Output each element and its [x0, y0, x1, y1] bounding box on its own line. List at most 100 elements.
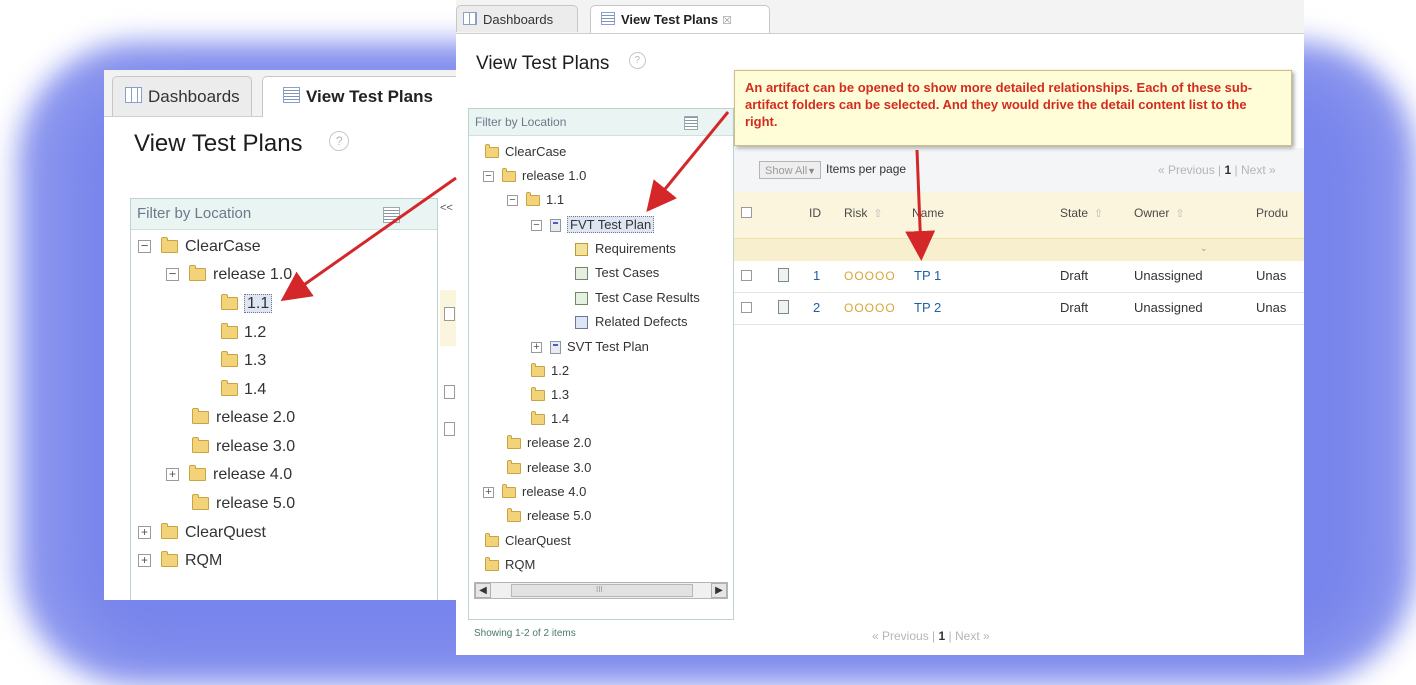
tree-item-rqm[interactable]: + RQM [138, 551, 222, 570]
tree-item-1-4[interactable]: 1.4 [221, 380, 266, 399]
column-label: Owner [1134, 206, 1170, 220]
table-row[interactable]: 2 OOOOO TP 2 Draft Unassigned Unas [734, 292, 1304, 325]
tree-item-1-4[interactable]: 1.4 [531, 411, 569, 426]
front-page-title: View Test Plans ? [476, 52, 646, 75]
collapse-icon[interactable]: − [166, 267, 179, 282]
row-name-link[interactable]: TP 1 [914, 268, 941, 283]
tree-label: 1.1 [546, 192, 565, 207]
tree-label: Requirements [595, 241, 676, 256]
close-tab-icon[interactable]: ☒ [722, 15, 732, 27]
row-checkbox[interactable] [444, 422, 455, 436]
column-header-state[interactable]: State ⇧ [1060, 206, 1103, 220]
pager-previous[interactable]: « Previous | [1158, 163, 1221, 177]
collapse-toggle[interactable]: << [440, 202, 453, 214]
sort-icon[interactable]: ⇧ [1175, 208, 1184, 220]
front-tab-dashboards[interactable]: Dashboards [456, 5, 578, 32]
tree-item-release-5-0[interactable]: release 5.0 [507, 508, 591, 523]
collapse-icon[interactable]: − [483, 171, 494, 183]
filter-options-icon[interactable] [383, 207, 400, 223]
tree-item-clearcase[interactable]: ClearCase [485, 144, 566, 159]
row-checkbox[interactable] [741, 270, 752, 281]
tree-item-test-cases[interactable]: Test Cases [575, 265, 659, 281]
expand-icon[interactable]: + [138, 554, 151, 568]
back-tab-view-test-plans[interactable]: View Test Plans [262, 76, 464, 117]
scroll-thumb[interactable]: III [511, 584, 693, 597]
tree-item-1-1[interactable]: 1.1 [221, 294, 273, 313]
tree-item-release-3-0[interactable]: release 3.0 [507, 460, 591, 475]
tree-item-release-1-0[interactable]: − release 1.0 [166, 265, 292, 284]
tree-label: release 2.0 [216, 409, 296, 426]
tree-label: release 2.0 [527, 435, 592, 450]
expand-icon[interactable]: + [483, 487, 494, 499]
collapse-icon[interactable]: − [138, 239, 151, 254]
tree-item-release-4-0[interactable]: + release 4.0 [166, 465, 293, 484]
column-header-risk[interactable]: Risk ⇧ [844, 206, 883, 220]
expand-icon[interactable]: + [138, 526, 151, 540]
tree-item-clearcase[interactable]: − ClearCase [138, 237, 261, 256]
row-id[interactable]: 1 [813, 268, 820, 283]
tree-item-1-1[interactable]: − 1.1 [507, 192, 564, 207]
sort-icon[interactable]: ⇧ [873, 208, 882, 220]
show-all-select[interactable]: Show All ▼ [759, 161, 821, 179]
tree-item-clearquest[interactable]: + ClearQuest [138, 523, 266, 542]
tree-item-test-case-results[interactable]: Test Case Results [575, 290, 700, 306]
row-checkbox[interactable] [444, 307, 455, 321]
row-name-link[interactable]: TP 2 [914, 300, 941, 315]
pager-next[interactable]: | Next » [949, 629, 990, 643]
pager-page-number: 1 [1224, 163, 1232, 177]
help-icon[interactable]: ? [329, 131, 350, 151]
column-header-owner[interactable]: Owner ⇧ [1134, 206, 1185, 220]
sort-icon[interactable]: ⇧ [1094, 208, 1103, 220]
pager-next[interactable]: | Next » [1235, 163, 1276, 177]
expand-icon[interactable]: + [166, 468, 179, 482]
tree-item-related-defects[interactable]: Related Defects [575, 314, 688, 330]
table-row[interactable]: 1 OOOOO TP 1 Draft Unassigned Unas [734, 260, 1304, 293]
tree-horizontal-scrollbar[interactable]: ◀ III ▶ [474, 582, 728, 599]
tree-label: SVT Test Plan [567, 339, 649, 354]
row-checkbox[interactable] [444, 385, 455, 399]
expand-icon[interactable]: + [531, 342, 542, 354]
back-tab-dashboards[interactable]: Dashboards [112, 76, 252, 116]
front-tab-view-test-plans[interactable]: View Test Plans ☒ [590, 5, 770, 33]
folder-icon [507, 508, 521, 523]
column-header-id[interactable]: ID [809, 206, 821, 220]
tree-item-release-1-0[interactable]: − release 1.0 [483, 168, 586, 183]
filter-options-icon[interactable] [684, 116, 698, 130]
tree-label: 1.3 [244, 352, 267, 369]
row-id[interactable]: 2 [813, 300, 820, 315]
tree-label: 1.2 [551, 363, 570, 378]
tree-item-release-2-0[interactable]: release 2.0 [192, 408, 296, 427]
tree-item-1-2[interactable]: 1.2 [221, 323, 267, 342]
collapse-icon[interactable]: − [507, 195, 518, 207]
help-icon[interactable]: ? [628, 52, 646, 69]
tree-item-release-2-0[interactable]: release 2.0 [507, 435, 591, 450]
scroll-left-button[interactable]: ◀ [475, 583, 491, 598]
collapse-icon[interactable]: − [531, 220, 542, 232]
tree-item-svt-test-plan[interactable]: + SVT Test Plan [531, 339, 649, 355]
select-all-checkbox[interactable] [741, 207, 752, 218]
tree-item-1-3[interactable]: 1.3 [531, 387, 569, 402]
tree-item-clearquest[interactable]: ClearQuest [485, 533, 571, 548]
folder-icon [221, 323, 238, 340]
tree-item-1-3[interactable]: 1.3 [221, 351, 267, 370]
row-checkbox[interactable] [741, 302, 752, 313]
chevron-down-icon[interactable]: ⌄ [1200, 243, 1208, 254]
tree-item-release-3-0[interactable]: release 3.0 [192, 437, 295, 456]
tree-label: 1.2 [244, 324, 267, 341]
tree-item-1-2[interactable]: 1.2 [531, 363, 569, 378]
tree-label: release 5.0 [216, 495, 296, 512]
pager-previous[interactable]: « Previous | [872, 629, 935, 643]
scroll-right-button[interactable]: ▶ [711, 583, 727, 598]
column-header-product[interactable]: Produ [1256, 206, 1288, 220]
show-all-label: Show All [765, 165, 808, 177]
tree-label: release 5.0 [527, 508, 592, 523]
tree-item-release-5-0[interactable]: release 5.0 [192, 494, 296, 513]
tree-item-fvt-test-plan[interactable]: − FVT Test Plan [531, 216, 655, 233]
folder-icon [526, 192, 540, 207]
column-header-name[interactable]: Name [912, 206, 944, 220]
tree-label: release 4.0 [213, 466, 293, 483]
tree-item-release-4-0[interactable]: + release 4.0 [483, 484, 586, 499]
tree-item-requirements[interactable]: Requirements [575, 241, 676, 257]
tree-item-rqm[interactable]: RQM [485, 557, 535, 572]
tree-label: RQM [505, 557, 536, 572]
